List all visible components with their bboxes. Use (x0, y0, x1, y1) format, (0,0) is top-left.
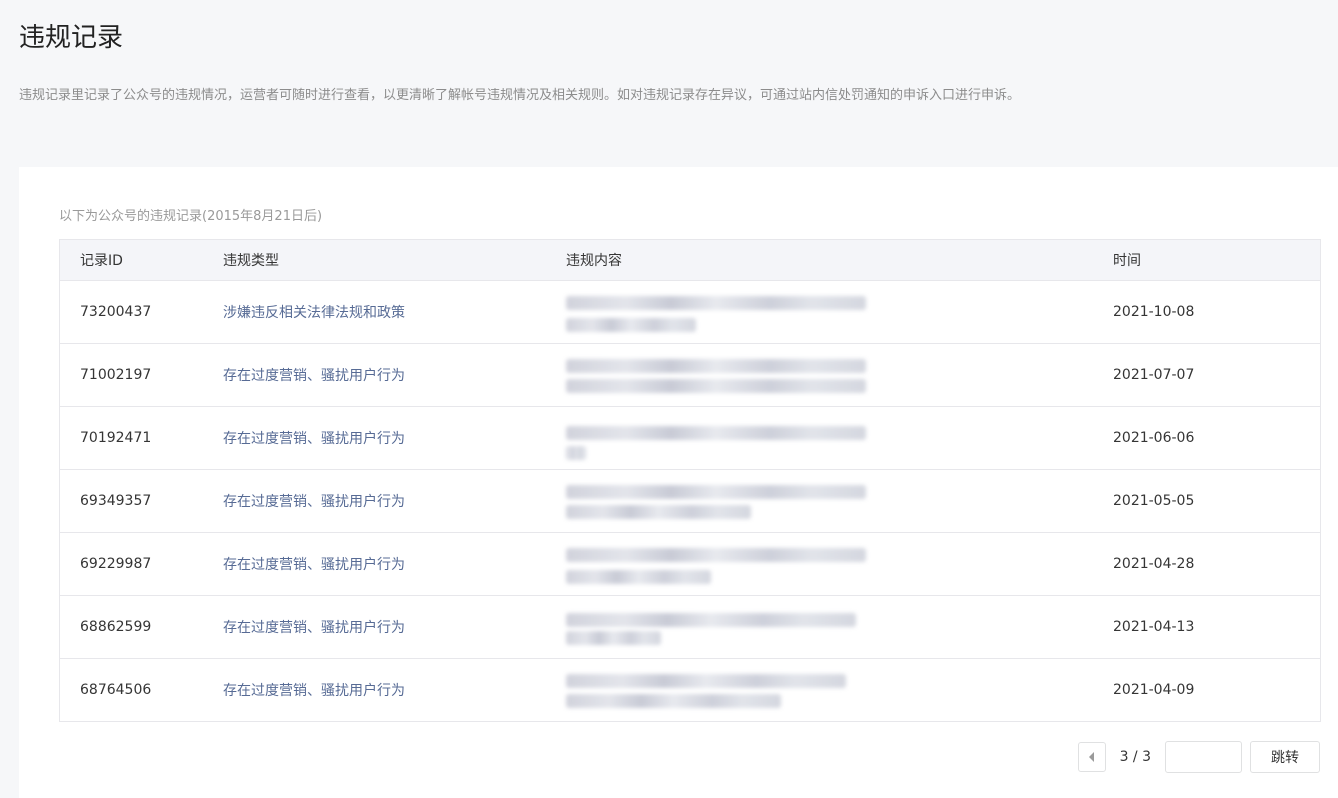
table-row: 68764506 存在过度营销、骚扰用户行为 2021-04-09 (60, 659, 1320, 721)
violation-content-redacted (566, 353, 1113, 397)
record-date: 2021-04-28 (1113, 556, 1195, 572)
violation-type-link[interactable]: 存在过度营销、骚扰用户行为 (223, 428, 566, 448)
col-header-content: 违规内容 (566, 253, 622, 269)
violation-table: 记录ID 违规类型 违规内容 时间 73200437 涉嫌违反相关法律法规和政策… (59, 239, 1321, 722)
violation-content-redacted (566, 290, 1113, 334)
record-id: 71002197 (80, 367, 152, 383)
table-row: 68862599 存在过度营销、骚扰用户行为 2021-04-13 (60, 596, 1320, 659)
violation-type-link[interactable]: 存在过度营销、骚扰用户行为 (223, 554, 566, 574)
page-indicator: 3 / 3 (1119, 749, 1151, 765)
prev-page-button[interactable] (1077, 742, 1106, 772)
pagination: 3 / 3 跳转 (1077, 741, 1320, 773)
col-header-time: 时间 (1113, 253, 1141, 269)
record-id: 73200437 (80, 304, 152, 320)
record-date: 2021-07-07 (1113, 367, 1195, 383)
record-date: 2021-10-08 (1113, 304, 1195, 320)
record-id: 68764506 (80, 682, 152, 698)
record-date: 2021-06-06 (1113, 430, 1195, 446)
col-header-id: 记录ID (80, 253, 123, 269)
table-row: 69229987 存在过度营销、骚扰用户行为 2021-04-28 (60, 533, 1320, 596)
violation-type-link[interactable]: 存在过度营销、骚扰用户行为 (223, 491, 566, 511)
record-id: 69229987 (80, 556, 152, 572)
record-date: 2021-04-13 (1113, 619, 1195, 635)
chevron-left-icon (1088, 752, 1094, 762)
violation-type-link[interactable]: 涉嫌违反相关法律法规和政策 (223, 302, 566, 322)
violation-type-link[interactable]: 存在过度营销、骚扰用户行为 (223, 680, 566, 700)
violation-type-link[interactable]: 存在过度营销、骚扰用户行为 (223, 365, 566, 385)
table-header: 记录ID 违规类型 违规内容 时间 (60, 240, 1320, 281)
page-description: 违规记录里记录了公众号的违规情况，运营者可随时进行查看，以更清晰了解帐号违规情况… (19, 88, 1021, 103)
record-date: 2021-04-09 (1113, 682, 1195, 698)
violation-records-card: 以下为公众号的违规记录(2015年8月21日后) 记录ID 违规类型 违规内容 … (19, 167, 1338, 798)
violation-content-redacted (566, 605, 1113, 649)
col-header-type: 违规类型 (223, 253, 279, 269)
page-title: 违规记录 (19, 23, 124, 53)
violation-content-redacted (566, 416, 1113, 460)
page-jump-input[interactable] (1165, 741, 1242, 773)
table-row: 69349357 存在过度营销、骚扰用户行为 2021-05-05 (60, 470, 1320, 533)
violation-content-redacted (566, 479, 1113, 523)
violation-content-redacted (566, 542, 1113, 586)
records-intro: 以下为公众号的违规记录(2015年8月21日后) (59, 209, 323, 224)
table-row: 73200437 涉嫌违反相关法律法规和政策 2021-10-08 (60, 281, 1320, 344)
violation-type-link[interactable]: 存在过度营销、骚扰用户行为 (223, 617, 566, 637)
record-id: 69349357 (80, 493, 152, 509)
violation-content-redacted (566, 668, 1113, 712)
table-row: 70192471 存在过度营销、骚扰用户行为 2021-06-06 (60, 407, 1320, 470)
table-row: 71002197 存在过度营销、骚扰用户行为 2021-07-07 (60, 344, 1320, 407)
record-date: 2021-05-05 (1113, 493, 1195, 509)
jump-button[interactable]: 跳转 (1250, 741, 1320, 773)
record-id: 70192471 (80, 430, 152, 446)
record-id: 68862599 (80, 619, 152, 635)
